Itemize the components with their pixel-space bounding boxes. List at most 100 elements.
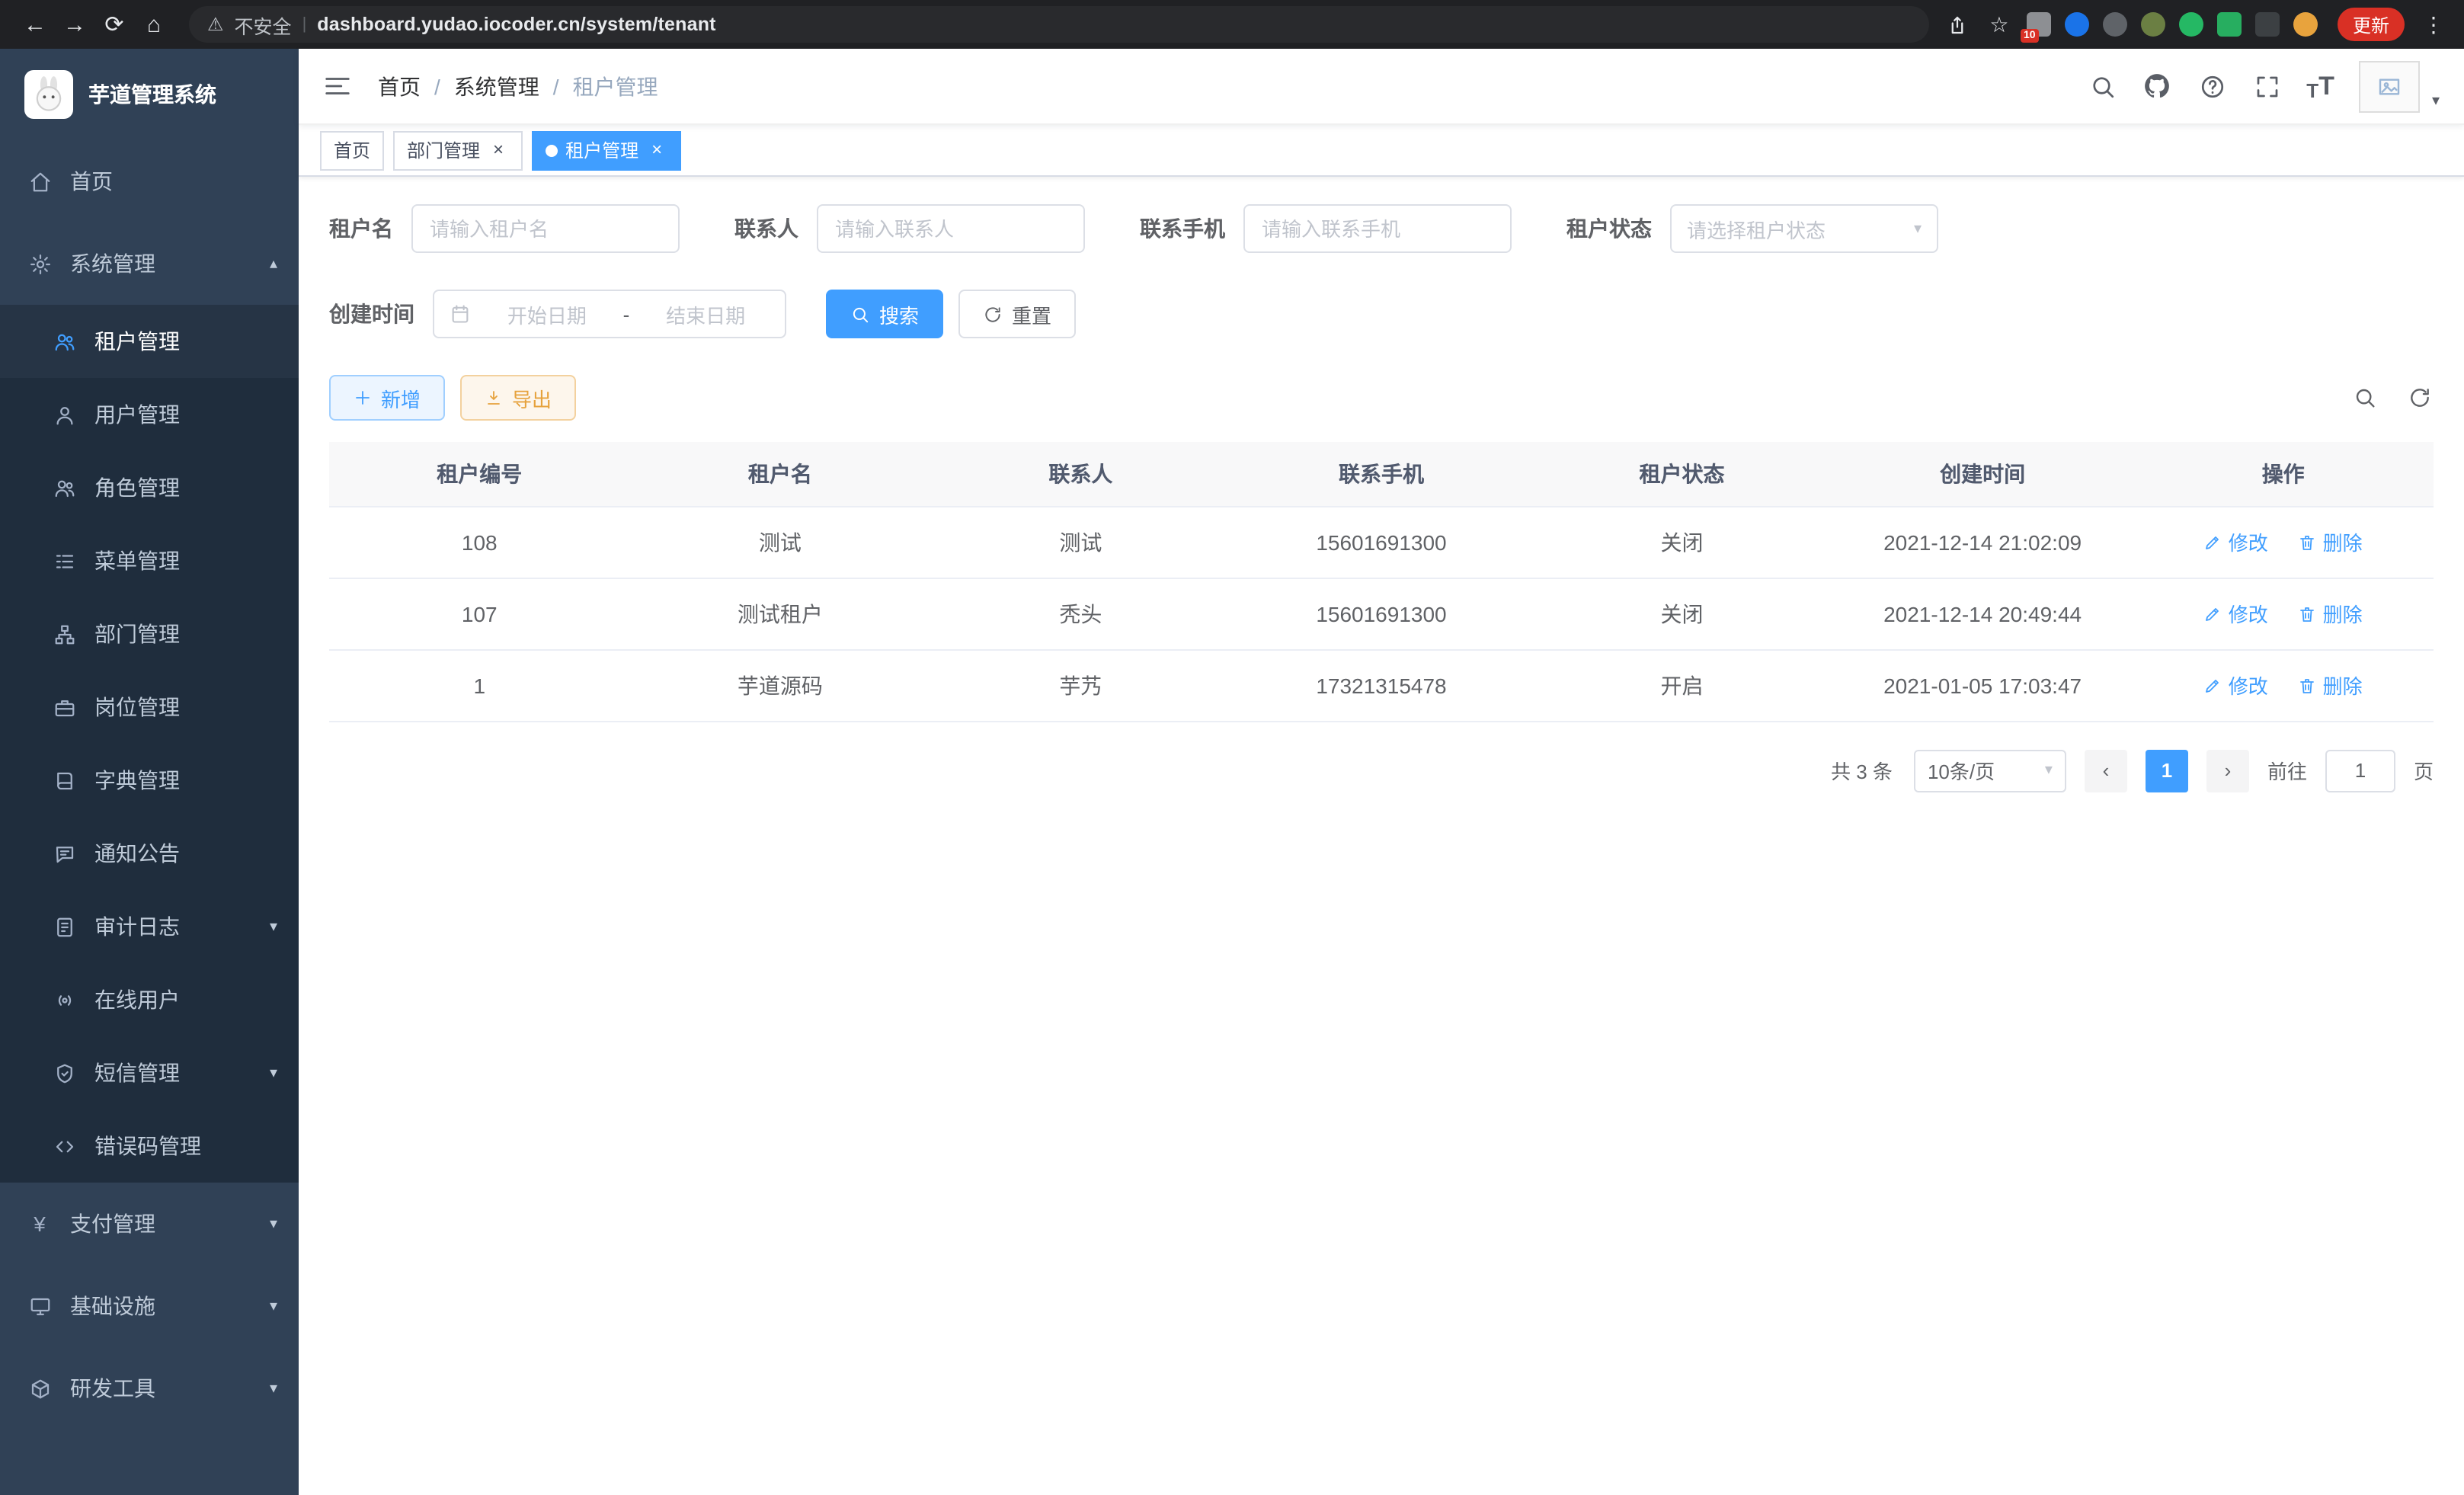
delete-link-label: 删除 <box>2323 599 2363 628</box>
reset-button-label: 重置 <box>1012 299 1051 328</box>
goto-page-input[interactable] <box>2325 749 2395 792</box>
help-icon[interactable] <box>2197 71 2227 101</box>
sidebar-item-online-user[interactable]: 在线用户 <box>0 963 299 1036</box>
table-header-row: 租户编号 租户名 联系人 联系手机 租户状态 创建时间 操作 <box>329 442 2434 506</box>
sidebar-item-role[interactable]: 角色管理 <box>0 451 299 524</box>
extension-icon-olive[interactable] <box>2141 12 2165 37</box>
extension-icon-blue[interactable] <box>2065 12 2089 37</box>
sidebar-item-infra[interactable]: 基础设施 ▾ <box>0 1265 299 1347</box>
browser-menu-icon[interactable]: ⋮ <box>2418 11 2449 37</box>
search-icon[interactable] <box>2087 71 2117 101</box>
phone-input[interactable] <box>1243 204 1512 253</box>
sidebar-item-dict[interactable]: 字典管理 <box>0 744 299 817</box>
breadcrumb-home[interactable]: 首页 <box>378 71 421 101</box>
prev-page-button[interactable]: ‹ <box>2085 749 2127 792</box>
toggle-search-icon[interactable] <box>2351 384 2379 411</box>
delete-link[interactable]: 删除 <box>2299 671 2363 699</box>
profile-avatar-icon[interactable] <box>2293 12 2318 37</box>
page-number-button[interactable]: 1 <box>2146 749 2188 792</box>
refresh-table-icon[interactable] <box>2406 384 2434 411</box>
edit-link[interactable]: 修改 <box>2204 527 2268 556</box>
tab-dept[interactable]: 部门管理 × <box>393 130 523 170</box>
sidebar-item-sms[interactable]: 短信管理 ▾ <box>0 1036 299 1109</box>
cell-phone: 15601691300 <box>1231 506 1532 578</box>
tab-close-icon[interactable]: × <box>488 139 509 161</box>
date-range-picker[interactable]: 开始日期 - 结束日期 <box>433 290 786 338</box>
sidebar-item-post[interactable]: 岗位管理 <box>0 671 299 744</box>
fullscreen-icon[interactable] <box>2251 71 2282 101</box>
filter-label: 租户名 <box>329 213 393 244</box>
sidebar-item-system[interactable]: 系统管理 ▴ <box>0 222 299 305</box>
browser-update-button[interactable]: 更新 <box>2338 8 2405 41</box>
sidebar-item-home[interactable]: 首页 <box>0 140 299 222</box>
col-header-contact: 联系人 <box>930 442 1231 506</box>
user-menu-caret-icon[interactable]: ▾ <box>2432 92 2440 109</box>
app-frame: 芋道管理系统 首页 系统管理 ▴ <box>0 49 2464 1495</box>
shield-icon <box>52 1061 76 1085</box>
sidebar-item-user[interactable]: 用户管理 <box>0 378 299 451</box>
delete-link[interactable]: 删除 <box>2299 527 2363 556</box>
filter-tenant-name: 租户名 <box>329 204 680 253</box>
export-button[interactable]: 导出 <box>460 375 576 421</box>
reload-icon[interactable]: ⟳ <box>94 11 134 38</box>
tenant-name-input[interactable] <box>411 204 680 253</box>
tab-tenant[interactable]: 租户管理 × <box>532 130 681 170</box>
status-select[interactable]: 请选择租户状态 ▾ <box>1670 204 1938 253</box>
bookmark-star-icon[interactable]: ☆ <box>1986 11 2013 38</box>
tab-home[interactable]: 首页 <box>320 130 384 170</box>
url-text[interactable]: dashboard.yudao.iocoder.cn/system/tenant <box>317 14 715 35</box>
active-tab-dot <box>546 144 558 156</box>
sidebar-item-label: 租户管理 <box>94 326 180 357</box>
tenants-icon <box>52 329 76 354</box>
extension-icon-gray[interactable] <box>2103 12 2127 37</box>
extension-icon-green[interactable] <box>2179 12 2203 37</box>
browser-home-icon[interactable]: ⌂ <box>134 11 174 37</box>
cell-name: 芋道源码 <box>630 649 931 721</box>
security-label[interactable]: 不安全 <box>235 10 292 39</box>
table-toolbar: 新增 导出 <box>329 375 2434 421</box>
col-header-created: 创建时间 <box>1832 442 2133 506</box>
sidebar-item-audit-log[interactable]: 审计日志 ▾ <box>0 890 299 963</box>
sidebar-item-devtools[interactable]: 研发工具 ▾ <box>0 1347 299 1429</box>
back-icon[interactable]: ← <box>15 11 55 37</box>
extensions-puzzle-icon[interactable] <box>2255 12 2280 37</box>
sidebar-item-menu[interactable]: 菜单管理 <box>0 524 299 597</box>
reset-button[interactable]: 重置 <box>958 290 1076 338</box>
address-bar[interactable]: ⚠ 不安全 | dashboard.yudao.iocoder.cn/syste… <box>189 6 1929 43</box>
sidebar-logo[interactable]: 芋道管理系统 <box>0 49 299 140</box>
sidebar-item-dept[interactable]: 部门管理 <box>0 597 299 671</box>
delete-link[interactable]: 删除 <box>2299 599 2363 628</box>
extension-icon-badge[interactable]: 10 <box>2027 12 2051 37</box>
github-icon[interactable] <box>2142 71 2172 101</box>
edit-link-label: 修改 <box>2229 671 2268 699</box>
sidebar-item-tenant[interactable]: 租户管理 <box>0 305 299 378</box>
add-button[interactable]: 新增 <box>329 375 445 421</box>
cell-phone: 15601691300 <box>1231 578 1532 649</box>
search-button[interactable]: 搜索 <box>826 290 943 338</box>
breadcrumb-current: 租户管理 <box>573 71 658 101</box>
chevron-down-icon: ▾ <box>270 1298 277 1314</box>
audit-doc-icon <box>52 914 76 939</box>
user-avatar[interactable] <box>2359 60 2420 112</box>
extension-icon-green-square[interactable] <box>2217 12 2242 37</box>
next-page-button[interactable]: › <box>2206 749 2249 792</box>
cell-status: 关闭 <box>1531 578 1832 649</box>
breadcrumb: 首页 / 系统管理 / 租户管理 <box>378 71 658 101</box>
sidebar-item-notice[interactable]: 通知公告 <box>0 817 299 890</box>
breadcrumb-system[interactable]: 系统管理 <box>454 71 539 101</box>
sidebar-item-payment[interactable]: ¥ 支付管理 ▾ <box>0 1183 299 1265</box>
sidebar-item-errcode[interactable]: 错误码管理 <box>0 1109 299 1183</box>
contact-input[interactable] <box>817 204 1085 253</box>
edit-link[interactable]: 修改 <box>2204 599 2268 628</box>
edit-link[interactable]: 修改 <box>2204 671 2268 699</box>
page-unit-label: 页 <box>2414 756 2434 785</box>
filter-label: 联系手机 <box>1140 213 1225 244</box>
cell-status: 开启 <box>1531 649 1832 721</box>
font-size-icon[interactable]: TT <box>2306 71 2334 101</box>
sidebar: 芋道管理系统 首页 系统管理 ▴ <box>0 49 299 1495</box>
sidebar-toggle-icon[interactable] <box>323 71 354 101</box>
tab-close-icon[interactable]: × <box>646 139 667 161</box>
share-icon[interactable] <box>1944 11 1972 38</box>
page-size-select[interactable]: 10条/页 ▾ <box>1914 749 2066 792</box>
forward-icon[interactable]: → <box>55 11 94 37</box>
